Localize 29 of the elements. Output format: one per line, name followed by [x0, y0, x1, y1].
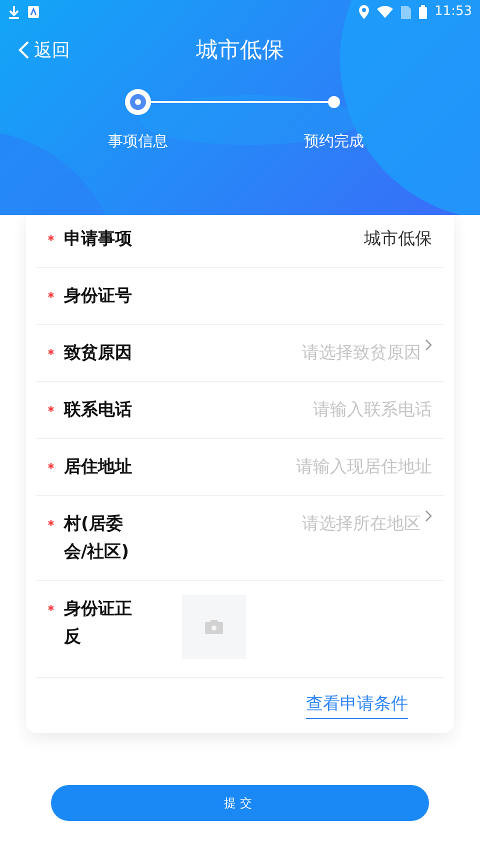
clock: 11:53: [434, 3, 472, 22]
location-icon: [358, 5, 369, 19]
field-label: 村(居委会/社区): [64, 513, 130, 564]
no-sim-icon: [400, 6, 411, 18]
field-label: 致贫原因: [64, 342, 133, 365]
photo-upload[interactable]: [182, 595, 246, 659]
back-icon: [18, 40, 30, 60]
field-label: 身份证正反: [64, 598, 133, 649]
select-field[interactable]: 请选择致贫原因: [302, 339, 432, 367]
input-field[interactable]: 请输入联系电话: [232, 396, 432, 424]
field-label: 身份证号: [64, 285, 133, 308]
step-label: 预约完成: [304, 131, 364, 152]
field-label: 联系电话: [64, 399, 133, 422]
camera-icon: [205, 620, 223, 634]
select-field[interactable]: 请选择所在地区: [302, 510, 432, 538]
field-label: 申请事项: [64, 228, 133, 251]
submit-button[interactable]: 提交: [51, 784, 429, 820]
back-button[interactable]: 返回: [18, 36, 70, 64]
step-label: 事项信息: [108, 131, 168, 152]
field-label: 居住地址: [64, 456, 133, 479]
chevron-icon: [425, 339, 432, 351]
page-title: 城市低保: [196, 36, 284, 64]
conditions-link[interactable]: 查看申请条件: [306, 692, 408, 718]
wifi-icon: [376, 6, 393, 18]
app-icon: [28, 6, 39, 18]
download-icon: [8, 5, 20, 19]
chevron-icon: [425, 510, 432, 522]
input-field[interactable]: 请输入现居住地址: [232, 453, 432, 481]
field-value: 城市低保: [364, 228, 432, 251]
